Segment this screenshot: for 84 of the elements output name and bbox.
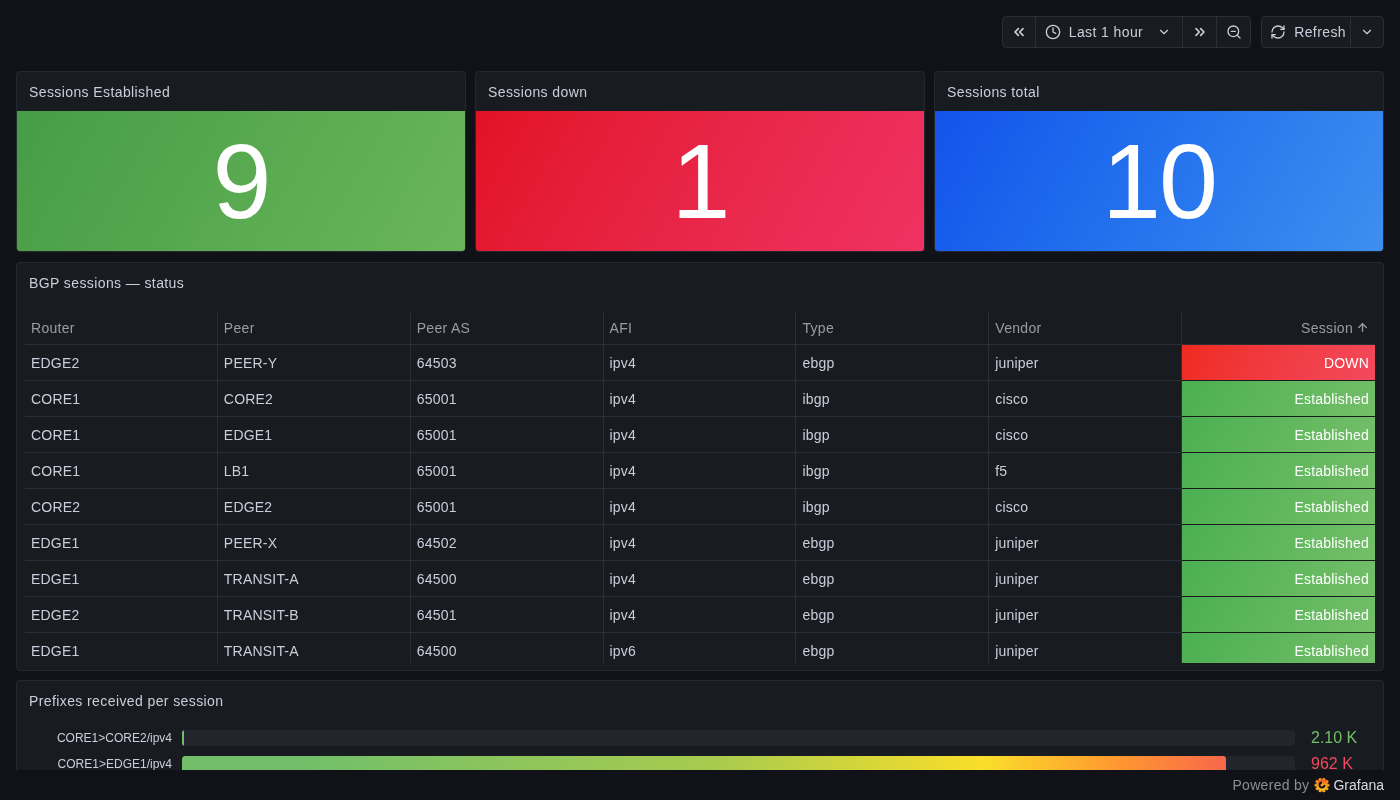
table-cell: EDGE2 [25,597,218,633]
status-cell: Established [1182,417,1375,452]
sort-arrow-icon [1356,321,1369,334]
time-back-button[interactable] [1001,16,1036,48]
column-header[interactable]: AFI [603,311,797,345]
gauge-value: 962 K [1310,755,1354,770]
logo-icon [1314,777,1331,793]
table-cell: CORE1 [25,417,218,453]
table-cell: TRANSIT-B [217,597,411,633]
table-cell: CORE1 [25,381,218,417]
table-cell: ebgp [796,561,990,597]
table-cell: CORE2 [217,381,411,417]
table-cell: PEER-Y [217,345,411,381]
clock-icon [1044,24,1061,40]
table-cell: CORE1 [25,453,218,489]
table-cell: ipv4 [603,417,797,453]
table-cell: ebgp [796,597,990,633]
table-cell: ebgp [796,345,990,381]
table-cell: ipv4 [603,381,797,417]
column-header[interactable]: Vendor [989,311,1183,345]
status-cell: Established [1182,597,1375,632]
panel-title: Prefixes received per session [28,691,225,711]
zoom-out-icon [1225,24,1242,40]
table-cell: 65001 [410,453,604,489]
table-cell: EDGE1 [25,525,218,561]
table-cell: EDGE2 [217,489,411,525]
table-cell: ipv4 [603,453,797,489]
status-cell: Established [1182,453,1375,488]
table-cell: ipv4 [603,489,797,525]
table-cell: CORE2 [25,489,218,525]
table-cell: ebgp [796,633,990,663]
table-cell: ipv6 [603,633,797,663]
table-cell: ebgp [796,525,990,561]
column-header[interactable]: Type [796,311,990,345]
table-cell: ibgp [796,489,990,525]
table-cell: EDGE1 [217,417,411,453]
table-cell: ibgp [796,381,990,417]
table-cell: PEER-X [217,525,411,561]
table-cell: ipv4 [603,525,797,561]
table-cell: LB1 [217,453,411,489]
table-cell: ibgp [796,453,990,489]
table-cell: ibgp [796,417,990,453]
panel-title: Sessions down [487,82,589,102]
time-range-button[interactable]: Last 1 hour [1034,16,1184,48]
status-cell: Established [1182,633,1375,663]
table-cell: 64502 [410,525,604,561]
time-forward-button[interactable] [1182,16,1218,48]
brand-name[interactable]: Grafana [1333,777,1384,793]
status-cell: Established [1182,525,1375,560]
table-cell: EDGE2 [25,345,218,381]
table-cell: 65001 [410,489,604,525]
gauge-label: CORE1>CORE2/ipv4 [56,731,172,745]
status-cell: Established [1182,561,1375,596]
refresh-icon [1270,24,1287,40]
column-header[interactable]: Peer AS [410,311,604,345]
table-cell: EDGE1 [25,633,218,663]
table-cell: 64500 [410,561,604,597]
zoom-out-button[interactable] [1216,16,1252,48]
refresh-button[interactable]: Refresh [1261,16,1351,48]
table-cell: TRANSIT-A [217,561,411,597]
status-cell: DOWN [1182,345,1375,380]
status-cell: Established [1182,381,1375,416]
powered-by-text: Powered by [1232,777,1310,793]
gauge-value: 2.10 K [1310,729,1359,747]
table-cell: 64500 [410,633,604,663]
table-cell: TRANSIT-A [217,633,411,663]
status-cell: Established [1182,489,1375,524]
table-cell: EDGE1 [25,561,218,597]
table-cell: 64501 [410,597,604,633]
table-cell: ipv4 [603,345,797,381]
column-header[interactable]: Peer [217,311,411,345]
panel-title: Sessions Established [28,82,172,102]
table-cell: 64503 [410,345,604,381]
panel-title: Sessions total [946,82,1041,102]
table-cell: 65001 [410,417,604,453]
stat-value: 1 [476,111,924,251]
table-cell: ipv4 [603,597,797,633]
gauge-label: CORE1>EDGE1/ipv4 [57,757,172,770]
panel-title: BGP sessions — status [28,273,186,293]
stat-value: 10 [935,111,1383,251]
stat-value: 9 [17,111,465,251]
column-header[interactable]: Router [25,311,218,345]
table-cell: 65001 [410,381,604,417]
table-cell: ipv4 [603,561,797,597]
